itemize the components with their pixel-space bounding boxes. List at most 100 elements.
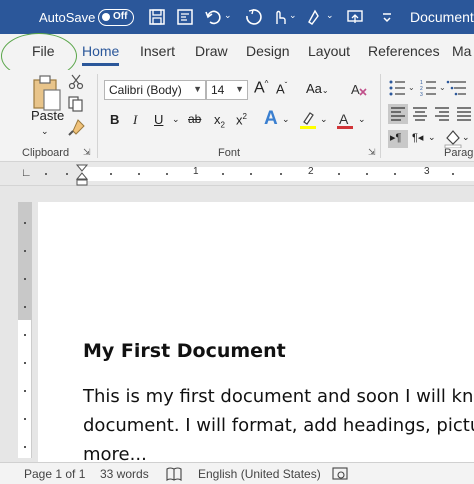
superscript-button[interactable]: x2	[236, 112, 247, 127]
ruler-number: 3	[424, 166, 430, 177]
save-icon[interactable]	[148, 8, 166, 26]
italic-button[interactable]: I	[133, 112, 137, 128]
ribbon-home: Paste ⌄ Clipboard ⇲ Calibri (Body) ▼ 14 …	[0, 70, 474, 162]
strikethrough-button[interactable]: ab	[188, 112, 201, 126]
paste-label[interactable]: Paste	[31, 108, 64, 123]
bullets-icon	[389, 80, 405, 96]
form-icon[interactable]	[176, 8, 194, 26]
text-effects-dropdown-icon[interactable]: ⌄	[282, 114, 290, 125]
ruler-dot	[280, 173, 282, 175]
copy-icon[interactable]	[68, 96, 84, 112]
focus-mode-icon[interactable]	[332, 466, 348, 482]
ruler-dot	[250, 173, 252, 175]
undo-dropdown-icon[interactable]: ⌄	[224, 10, 232, 21]
tab-design[interactable]: Design	[246, 43, 290, 59]
shrink-font-button[interactable]: Aˇ	[276, 81, 287, 96]
multilevel-icon	[446, 80, 466, 96]
list-buttons: ⌄ 123 ⌄	[389, 80, 466, 98]
customize-qat-icon[interactable]	[378, 8, 396, 26]
subscript-num: 2	[220, 120, 225, 130]
format-painter-qa-icon[interactable]	[306, 8, 324, 26]
autosave-toggle[interactable]: Off	[98, 9, 134, 26]
highlighter-icon[interactable]	[298, 110, 318, 130]
clear-formatting-icon[interactable]: A	[350, 80, 368, 98]
rtl-dropdown-icon[interactable]: ⌄	[428, 132, 436, 143]
language-indicator[interactable]: English (United States)	[198, 467, 321, 481]
indent-marker-icon[interactable]	[74, 164, 90, 186]
ruler-dot	[24, 362, 26, 364]
page-count[interactable]: Page 1 of 1	[24, 467, 85, 481]
shrink-font-icon: A	[276, 81, 285, 97]
format-dropdown-icon[interactable]: ⌄	[326, 10, 334, 21]
paste-icon[interactable]	[30, 74, 64, 112]
change-case-button[interactable]: Aa⌄	[306, 81, 329, 96]
ruler-number: 1	[193, 166, 199, 177]
change-case-icon: Aa	[306, 81, 322, 96]
document-body[interactable]: This is my first document and soon I wil…	[83, 382, 474, 469]
font-size-value: 14	[211, 83, 225, 97]
status-bar: Page 1 of 1 33 words English (United Sta…	[0, 462, 474, 484]
touch-mode-icon[interactable]	[270, 8, 288, 26]
highlighter-dropdown-icon[interactable]: ⌄	[320, 114, 328, 125]
undo-icon[interactable]	[204, 8, 222, 26]
tab-references[interactable]: References	[368, 43, 440, 59]
tab-draw[interactable]: Draw	[195, 43, 228, 59]
ruler-dot	[24, 446, 26, 448]
font-size-dropdown[interactable]: 14 ▼	[206, 80, 248, 100]
ltr-icon[interactable]: ▸¶	[390, 131, 401, 144]
svg-text:A: A	[339, 111, 349, 127]
bold-button[interactable]: B	[110, 112, 119, 127]
shading-icon[interactable]	[444, 128, 462, 148]
touch-dropdown-icon[interactable]: ⌄	[289, 10, 297, 21]
body-line[interactable]: This is my first document and soon I wil…	[83, 382, 474, 411]
rtl-icon[interactable]: ¶◂	[412, 131, 423, 144]
underline-button[interactable]: U	[154, 112, 163, 127]
shading-dropdown-icon[interactable]: ⌄	[462, 132, 470, 143]
redo-icon[interactable]	[244, 8, 262, 26]
word-count[interactable]: 33 words	[100, 467, 149, 481]
svg-text:⌄: ⌄	[439, 83, 446, 92]
clipboard-group-label: Clipboard	[22, 147, 70, 159]
body-line[interactable]: document. I will format, add headings, p…	[83, 411, 474, 440]
tab-insert[interactable]: Insert	[140, 43, 175, 59]
underline-dropdown-icon[interactable]: ⌄	[172, 114, 180, 125]
font-color-dropdown-icon[interactable]: ⌄	[358, 114, 366, 125]
ruler-dot	[24, 390, 26, 392]
share-screen-icon[interactable]	[346, 8, 364, 26]
autosave-label: AutoSave	[39, 10, 96, 25]
text-effects-button[interactable]: A	[264, 108, 278, 130]
tab-mailings[interactable]: Ma	[452, 43, 471, 59]
document-heading[interactable]: My First Document	[83, 340, 286, 362]
ruler-dot	[24, 250, 26, 252]
document-page[interactable]: My First Document This is my first docum…	[38, 202, 474, 465]
grow-font-icon: A	[254, 79, 265, 97]
ruler-dot	[338, 173, 340, 175]
subscript-button[interactable]: x2	[214, 112, 225, 130]
font-group-label: Font	[218, 147, 241, 159]
cut-icon[interactable]	[68, 74, 84, 90]
font-launcher-icon[interactable]: ⇲	[368, 147, 376, 158]
ruler-dot	[66, 173, 68, 175]
numbering-icon: 123	[420, 80, 436, 98]
format-painter-icon[interactable]	[68, 118, 86, 136]
ruler-dot	[45, 173, 47, 175]
tab-home[interactable]: Home	[82, 43, 120, 66]
document-title: Document1	[410, 9, 474, 25]
grow-font-button[interactable]: A^	[254, 79, 268, 97]
font-name-dropdown[interactable]: Calibri (Body) ▼	[104, 80, 206, 100]
svg-text:⌄: ⌄	[408, 83, 415, 92]
svg-text:A: A	[351, 82, 360, 97]
paste-dropdown-icon[interactable]: ⌄	[41, 126, 49, 137]
alignment-buttons[interactable]	[390, 106, 474, 122]
superscript-num: 2	[242, 112, 247, 121]
autosave-state: Off	[113, 11, 128, 22]
group-separator	[380, 74, 381, 158]
ruler-dot	[24, 222, 26, 224]
ruler-text-area	[82, 167, 474, 181]
clipboard-launcher-icon[interactable]: ⇲	[83, 147, 91, 158]
tab-layout[interactable]: Layout	[308, 43, 350, 59]
proofing-book-icon[interactable]	[166, 467, 182, 481]
chevron-down-icon: ▼	[193, 84, 202, 94]
tab-stop-selector-icon[interactable]: ∟	[21, 167, 32, 179]
font-color-icon[interactable]: A	[336, 110, 354, 130]
